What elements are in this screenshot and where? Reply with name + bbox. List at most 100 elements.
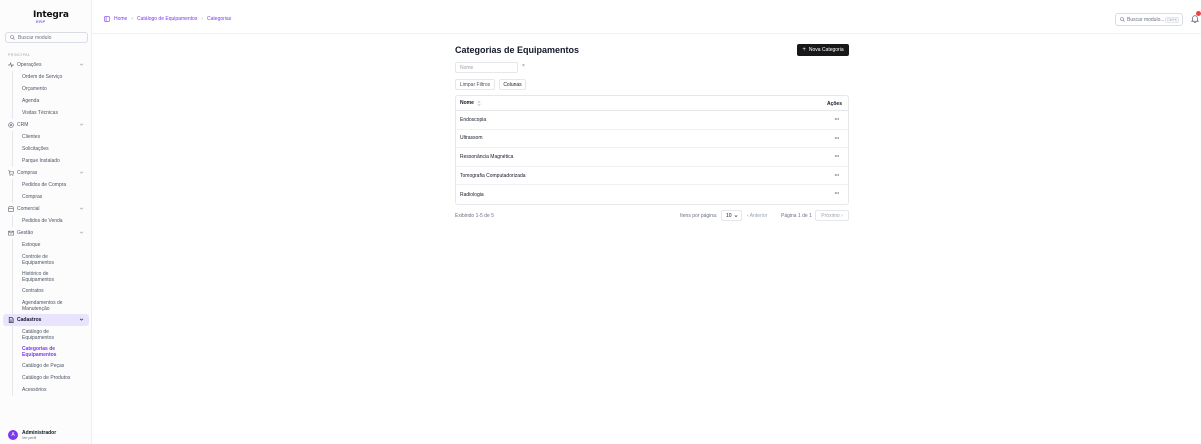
per-page-select[interactable]: 10 bbox=[721, 210, 742, 221]
mail-icon bbox=[8, 230, 14, 236]
nav-group-label: Cadastros bbox=[17, 317, 42, 323]
sidebar-item-compras[interactable]: Compras bbox=[13, 191, 92, 203]
page-info: Página 1 de 1 bbox=[781, 213, 812, 219]
search-icon bbox=[10, 35, 15, 40]
table-row[interactable]: Endoscopia ··· bbox=[456, 111, 848, 130]
per-page-value: 10 bbox=[726, 212, 732, 219]
table-row[interactable]: Tomografia Computadorizada ··· bbox=[456, 167, 848, 186]
breadcrumb-catalogo[interactable]: Catálogo de Equipamentos bbox=[137, 16, 197, 22]
category-name: Tomografia Computadorizada bbox=[460, 172, 526, 179]
new-category-button[interactable]: + Nova Categoria bbox=[797, 44, 849, 56]
column-header-name[interactable]: Nome bbox=[456, 100, 481, 106]
sidebar-item-parque-instalado[interactable]: Parque Instalado bbox=[13, 155, 92, 167]
sidebar-item-solicitacoes[interactable]: Solicitações bbox=[13, 143, 92, 155]
more-actions-icon[interactable]: ··· bbox=[835, 191, 840, 197]
name-filter-input[interactable]: Nome bbox=[455, 62, 518, 73]
nav-group-label: Compras bbox=[17, 170, 38, 176]
breadcrumb: Home › Catálogo de Equipamentos › Catego… bbox=[104, 16, 231, 22]
results-count: Exibindo 1-5 de 5 bbox=[455, 213, 494, 219]
sidebar: Integra ERP Buscar modulo PRINCIPAL Oper… bbox=[0, 0, 92, 444]
more-actions-icon[interactable]: ··· bbox=[835, 136, 840, 142]
page-title: Categorias de Equipamentos bbox=[455, 45, 580, 55]
avatar: A bbox=[8, 430, 18, 440]
user-profile[interactable]: A Administrador Ver perfil bbox=[8, 430, 56, 440]
nav-group-label: Gestão bbox=[17, 230, 34, 236]
sidebar-search-placeholder: Buscar modulo bbox=[18, 34, 52, 41]
category-name: Endoscopia bbox=[460, 116, 487, 123]
breadcrumb-home[interactable]: Home bbox=[114, 16, 127, 22]
plus-icon: + bbox=[802, 47, 806, 53]
sidebar-toggle-icon[interactable] bbox=[104, 16, 110, 22]
nav-group-operacoes[interactable]: Operações bbox=[0, 59, 92, 71]
sidebar-item-agendamentos-manutencao[interactable]: Agendamentos de Manutenção bbox=[13, 297, 81, 314]
next-label: Próximo bbox=[821, 212, 840, 219]
table-row[interactable]: Radiologia ··· bbox=[456, 185, 848, 204]
breadcrumb-current[interactable]: Categorias bbox=[207, 16, 231, 22]
chevron-down-icon bbox=[79, 123, 84, 126]
sidebar-item-estoque[interactable]: Estoque bbox=[13, 239, 92, 251]
nav-section-label: PRINCIPAL bbox=[8, 53, 31, 57]
store-icon bbox=[8, 206, 14, 212]
category-name: Ressonância Magnética bbox=[460, 153, 514, 160]
sidebar-item-catalogo-equipamentos[interactable]: Catálogo de Equipamentos bbox=[13, 326, 73, 343]
sidebar-item-pedidos-compra[interactable]: Pedidos de Compra bbox=[13, 179, 92, 191]
top-search-placeholder: Buscar modulo... bbox=[1127, 16, 1165, 23]
chevron-down-icon bbox=[79, 171, 84, 174]
sub-list-comercial: Pedidos de Venda bbox=[12, 215, 92, 227]
sub-list-crm: Clientes Solicitações Parque Instalado bbox=[12, 131, 92, 167]
chevron-right-icon: › bbox=[201, 16, 204, 22]
chevron-right-icon: › bbox=[131, 16, 134, 22]
brand-logo[interactable]: Integra ERP bbox=[33, 10, 69, 26]
sidebar-item-ordem-servico[interactable]: Ordem de Serviço bbox=[13, 71, 92, 83]
column-header-actions: Ações bbox=[826, 101, 842, 107]
sub-list-cadastros: Catálogo de Equipamentos Categorias de E… bbox=[12, 326, 92, 396]
sidebar-item-categorias-equipamentos[interactable]: Categorias de Equipamentos bbox=[13, 343, 73, 360]
new-category-label: Nova Categoria bbox=[808, 47, 844, 53]
activity-icon bbox=[8, 62, 14, 68]
table-row[interactable]: Ressonância Magnética ··· bbox=[456, 148, 848, 167]
sidebar-item-visitas-tecnicas[interactable]: Visitas Técnicas bbox=[13, 107, 92, 119]
sidebar-item-contratos[interactable]: Contratos bbox=[13, 285, 92, 297]
more-actions-icon[interactable]: ··· bbox=[835, 173, 840, 179]
nav-group-cadastros[interactable]: Cadastros bbox=[3, 314, 89, 326]
clear-filters-button[interactable]: Limpar Filtros bbox=[455, 79, 495, 90]
previous-page-button[interactable]: ‹ Anterior bbox=[747, 213, 767, 219]
clear-filter-icon[interactable]: × bbox=[522, 63, 525, 69]
more-actions-icon[interactable]: ··· bbox=[835, 154, 840, 160]
table-footer: Exibindo 1-5 de 5 Itens por página: 10 ‹… bbox=[455, 210, 849, 222]
notification-badge bbox=[1196, 11, 1201, 16]
previous-label: Anterior bbox=[749, 213, 768, 219]
per-page-label: Itens por página: bbox=[680, 213, 718, 219]
next-page-button[interactable]: Próximo › bbox=[815, 210, 849, 221]
sort-icon bbox=[477, 100, 481, 106]
sidebar-search-input[interactable]: Buscar modulo bbox=[5, 32, 88, 43]
column-name-label: Nome bbox=[460, 100, 474, 106]
sidebar-item-controle-equipamentos[interactable]: Controle de Equipamentos bbox=[13, 251, 73, 268]
nav-group-label: Operações bbox=[17, 62, 42, 68]
sidebar-item-catalogo-pecas[interactable]: Catálogo de Peças bbox=[13, 360, 92, 372]
sidebar-item-clientes[interactable]: Clientes bbox=[13, 131, 92, 143]
sub-list-operacoes: Ordem de Serviço Orçamento Agenda Visita… bbox=[12, 71, 92, 119]
chevron-down-icon bbox=[79, 318, 84, 321]
sidebar-item-acessorios[interactable]: Acessórios bbox=[13, 384, 92, 396]
sidebar-item-historico-equipamentos[interactable]: Histórico de Equipamentos bbox=[13, 268, 73, 285]
nav-group-comercial[interactable]: Comercial bbox=[0, 203, 92, 215]
sidebar-item-orcamento[interactable]: Orçamento bbox=[13, 83, 92, 95]
shortcut-hint: Ctrl+K bbox=[1165, 17, 1179, 23]
top-search-input[interactable]: Buscar modulo... Ctrl+K bbox=[1115, 13, 1183, 26]
columns-button[interactable]: Colunas bbox=[499, 79, 526, 90]
table-row[interactable]: Ultrassom ··· bbox=[456, 130, 848, 149]
categories-table: Nome Ações Endoscopia ··· Ultrassom ··· … bbox=[455, 95, 849, 205]
nav-group-label: Comercial bbox=[17, 206, 40, 212]
view-profile-link[interactable]: Ver perfil bbox=[22, 436, 56, 440]
nav-group-crm[interactable]: CRM bbox=[0, 119, 92, 131]
sidebar-item-agenda[interactable]: Agenda bbox=[13, 95, 92, 107]
nav-group-gestao[interactable]: Gestão bbox=[0, 227, 92, 239]
more-actions-icon[interactable]: ··· bbox=[835, 117, 840, 123]
file-icon bbox=[8, 317, 14, 323]
sidebar-item-pedidos-venda[interactable]: Pedidos de Venda bbox=[13, 215, 92, 227]
chevron-down-icon bbox=[79, 207, 84, 210]
sidebar-item-catalogo-produtos[interactable]: Catálogo de Produtos bbox=[13, 372, 92, 384]
nav-group-compras[interactable]: Compras bbox=[0, 167, 92, 179]
sub-list-gestao: Estoque Controle de Equipamentos Históri… bbox=[12, 239, 92, 314]
